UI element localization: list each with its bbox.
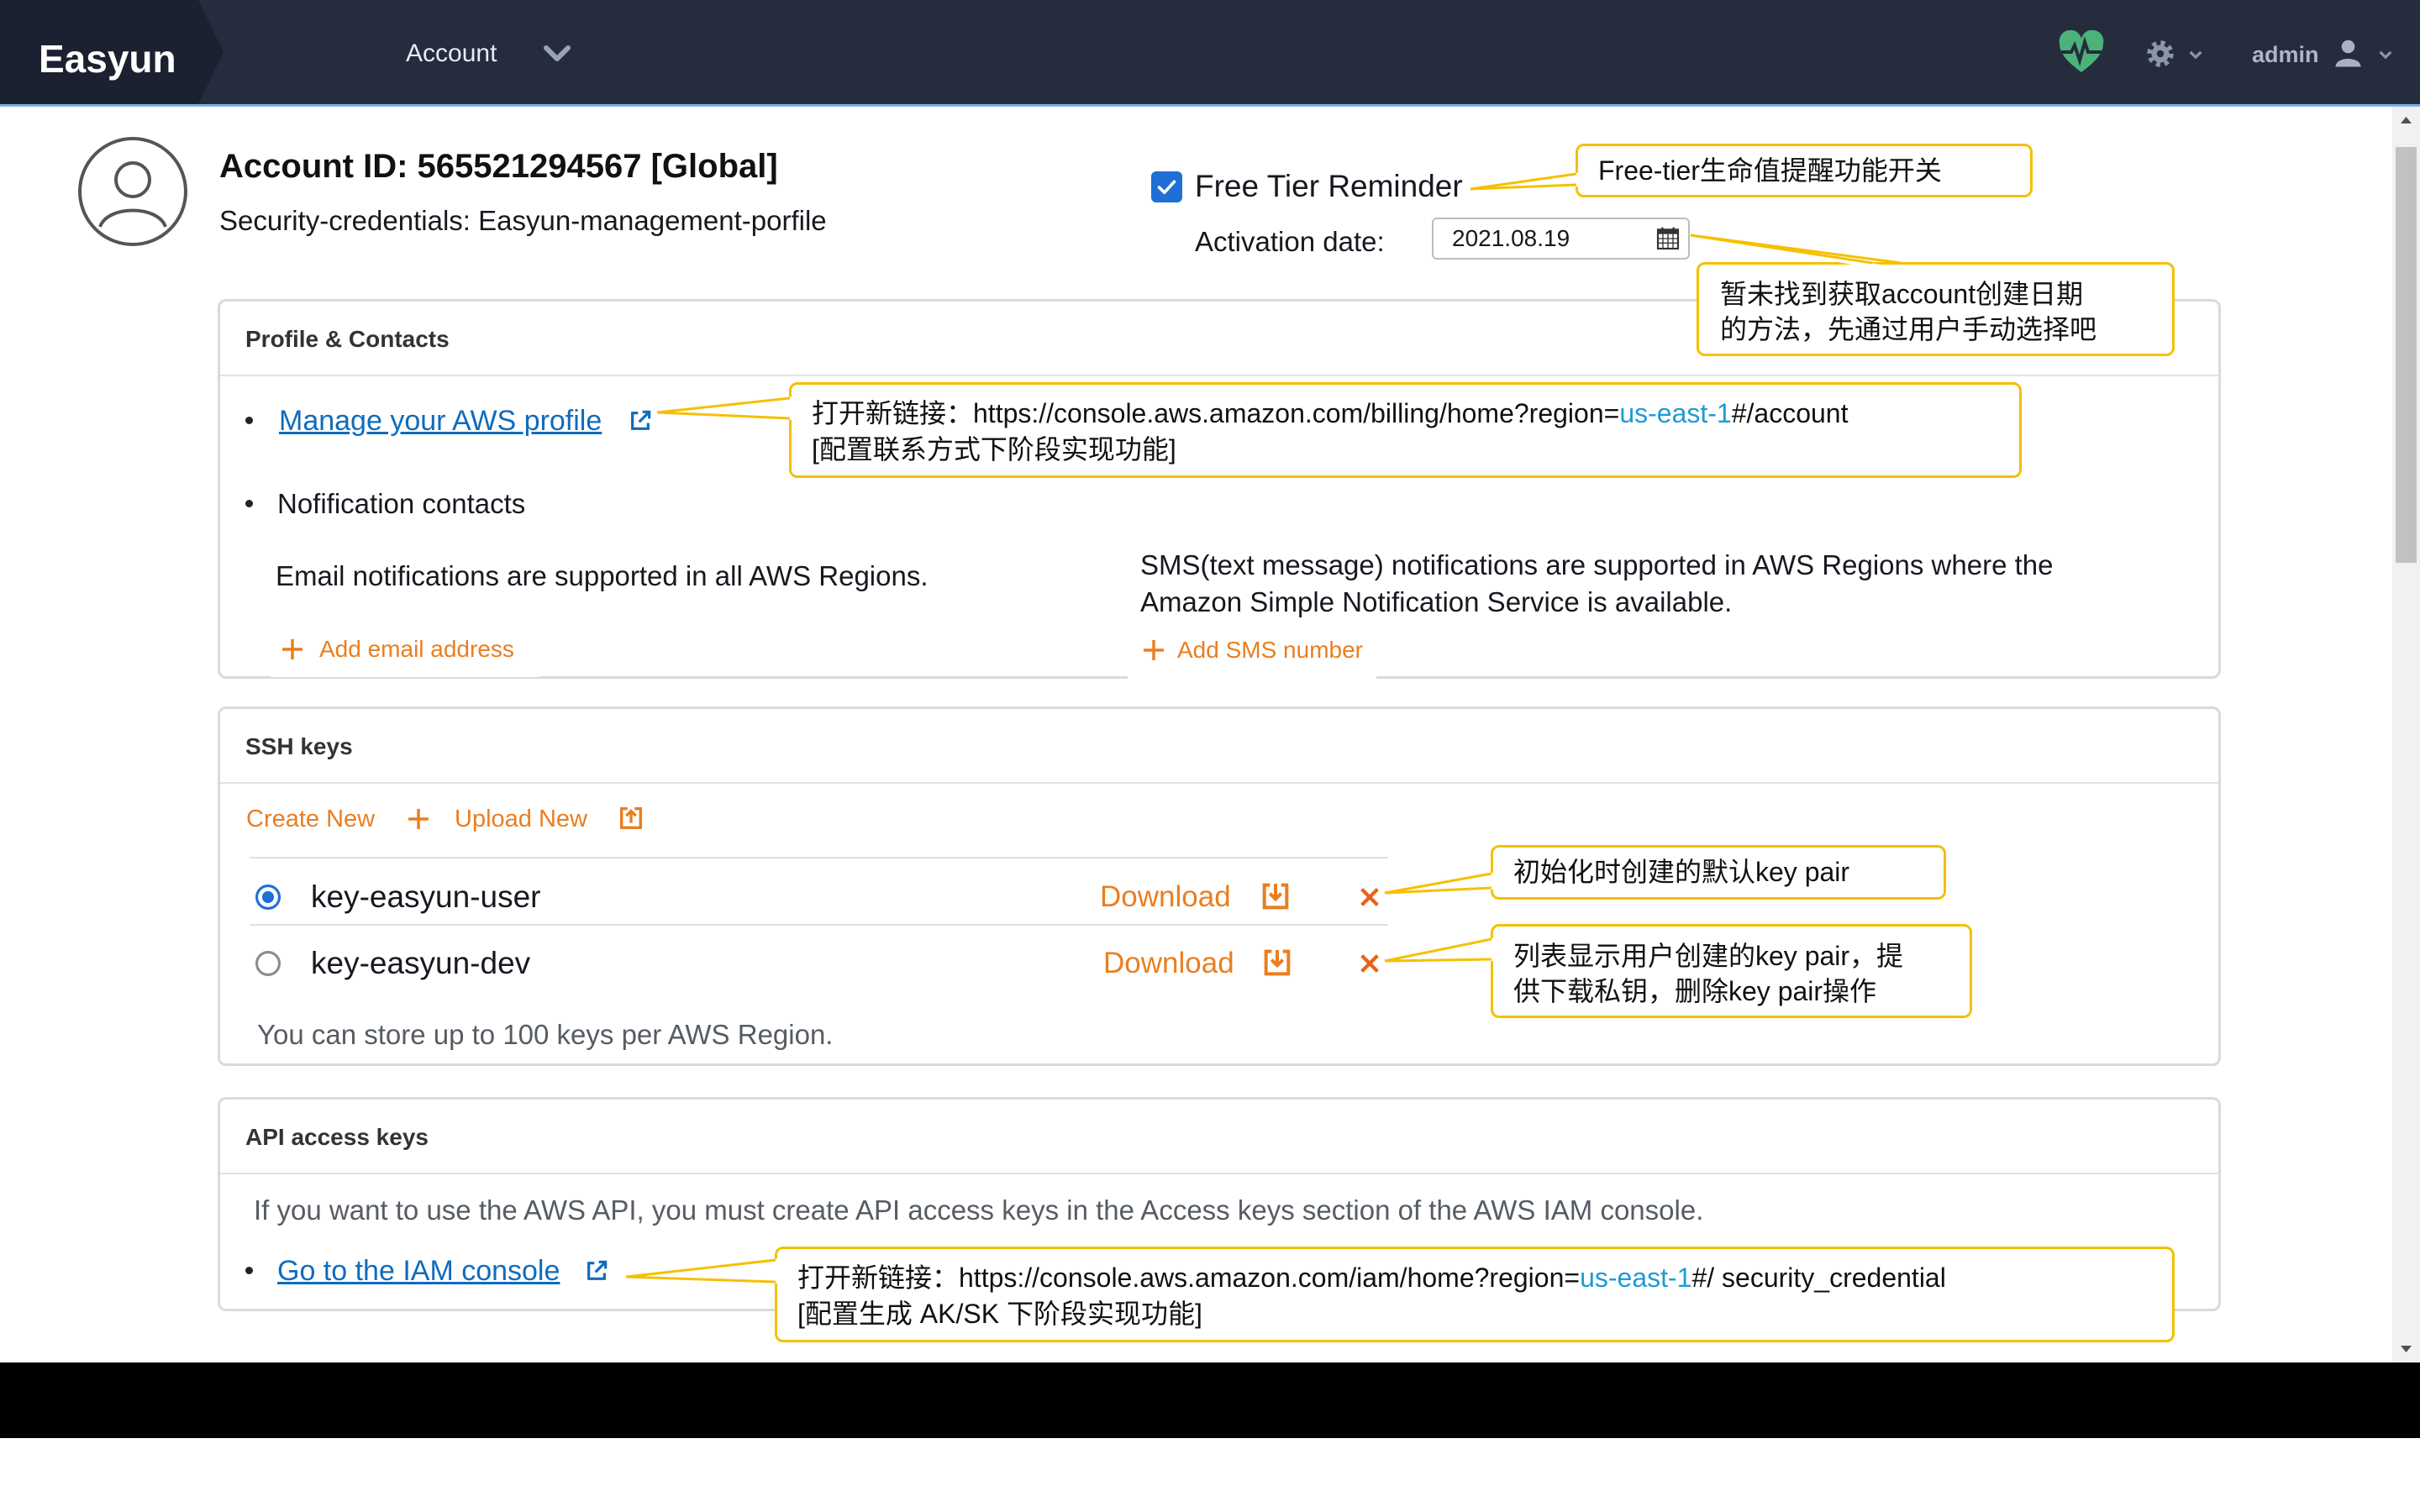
download-icon[interactable]: [1260, 946, 1294, 979]
annotation-line: 打开新链接：https://console.aws.amazon.com/iam…: [797, 1260, 2172, 1296]
checkmark-icon: [1157, 180, 1176, 195]
sms-note-line: SMS(text message) notifications are supp…: [1140, 549, 2054, 580]
activation-date-value: 2021.08.19: [1452, 225, 1570, 251]
annotation-free-tier-switch: Free-tier生命值提醒功能开关: [1576, 144, 2033, 197]
annotation-text: 打开新链接：https://console.aws.amazon.com/bil…: [812, 398, 1620, 428]
bullet: [245, 1267, 253, 1274]
user-name[interactable]: admin: [2252, 40, 2319, 69]
ssh-key-limit-note: You can store up to 100 keys per AWS Reg…: [257, 1019, 834, 1050]
app-header: Easyun Account admin: [0, 0, 2420, 107]
delete-key-icon[interactable]: [1356, 950, 1383, 977]
annotation-text: 初始化时创建的默认key pair: [1513, 857, 1850, 887]
add-email-label: Add email address: [319, 636, 514, 662]
annotation-region: us-east-1: [1580, 1263, 1692, 1293]
key-select-radio[interactable]: [254, 883, 282, 911]
annotation-line: 打开新链接：https://console.aws.amazon.com/bil…: [812, 396, 2019, 432]
external-link-icon[interactable]: [627, 407, 654, 434]
annotation-text: 的方法，先通过用户手动选择吧: [1720, 314, 2097, 344]
user-icon[interactable]: [2334, 37, 2365, 69]
bullet: [245, 500, 253, 507]
chevron-down-icon[interactable]: [542, 42, 572, 66]
annotation-text: 列表显示用户创建的key pair，提: [1513, 941, 1904, 971]
panel-title: SSH keys: [245, 733, 353, 759]
free-tier-reminder-label[interactable]: Free Tier Reminder: [1195, 167, 1463, 206]
divider: [250, 924, 1388, 926]
notification-contacts-label: Nofification contacts: [277, 488, 526, 519]
annotation-key-list: 列表显示用户创建的key pair，提 供下载私钥，删除key pair操作: [1491, 924, 1972, 1018]
user-chevron-down-icon[interactable]: [2378, 49, 2393, 60]
settings-chevron-down-icon[interactable]: [2188, 49, 2203, 60]
email-notification-note: Email notifications are supported in all…: [276, 560, 929, 591]
annotation-text: #/account: [1731, 398, 1849, 428]
add-sms-button[interactable]: Add SMS number: [1128, 627, 1376, 683]
external-link-icon[interactable]: [583, 1257, 610, 1284]
activation-date-label: Activation date:: [1195, 226, 1385, 257]
add-email-button[interactable]: Add email address: [271, 622, 539, 677]
brand-logo[interactable]: Easyun: [0, 0, 224, 104]
free-tier-reminder-checkbox[interactable]: [1151, 171, 1182, 202]
plus-icon: [1144, 640, 1164, 660]
key-select-radio[interactable]: [254, 949, 282, 978]
add-sms-label: Add SMS number: [1177, 637, 1363, 663]
bottom-black-bar: [0, 1362, 2420, 1438]
key-name: key-easyun-dev: [311, 946, 531, 980]
annotation-text: #/ security_credential: [1691, 1263, 1946, 1293]
account-title: Account ID: 565521294567 [Global]: [219, 148, 778, 185]
annotation-text: 暂未找到获取account创建日期: [1720, 279, 2084, 309]
plus-icon[interactable]: [405, 806, 432, 832]
annotation-profile-link: 打开新链接：https://console.aws.amazon.com/bil…: [789, 382, 2022, 478]
callout-pointer: [1470, 172, 1581, 191]
security-credentials: Security-credentials: Easyun-management-…: [219, 205, 827, 236]
download-icon[interactable]: [1259, 879, 1292, 913]
annotation-text: [配置联系方式下阶段实现功能]: [812, 434, 1176, 465]
annotation-default-key: 初始化时创建的默认key pair: [1491, 845, 1946, 900]
gear-icon[interactable]: [2145, 39, 2175, 69]
user-circle-icon: [78, 137, 187, 246]
scroll-up-icon[interactable]: [2392, 107, 2420, 134]
annotation-text: 供下载私钥，删除key pair操作: [1513, 976, 1877, 1006]
divider: [250, 857, 1388, 858]
panel-header: API access keys: [220, 1100, 2218, 1174]
nav-account-menu[interactable]: Account: [406, 37, 497, 71]
upload-icon[interactable]: [617, 804, 645, 832]
annotation-text: [配置生成 AK/SK 下阶段实现功能]: [797, 1299, 1202, 1329]
scroll-down-icon[interactable]: [2392, 1335, 2420, 1362]
scrollbar-thumb[interactable]: [2396, 147, 2417, 563]
annotation-text: Free-tier生命值提醒功能开关: [1598, 155, 1942, 186]
api-keys-note: If you want to use the AWS API, you must…: [254, 1194, 1704, 1226]
key-name: key-easyun-user: [311, 879, 541, 914]
panel-title: Profile & Contacts: [245, 326, 450, 352]
sms-notification-note: SMS(text message) notifications are supp…: [1140, 547, 2053, 621]
annotation-region: us-east-1: [1619, 398, 1732, 428]
upload-new-button[interactable]: Upload New: [455, 805, 587, 833]
download-key-button[interactable]: Download: [1100, 879, 1231, 915]
annotation-iam-link: 打开新链接：https://console.aws.amazon.com/iam…: [775, 1247, 2175, 1342]
heart-pulse-icon[interactable]: [2058, 30, 2105, 74]
brand-name: Easyun: [39, 37, 176, 81]
annotation-text: 打开新链接：https://console.aws.amazon.com/iam…: [797, 1263, 1581, 1293]
plus-icon: [282, 639, 302, 659]
calendar-icon[interactable]: [1655, 225, 1681, 252]
annotation-activation-date: 暂未找到获取account创建日期 的方法，先通过用户手动选择吧: [1697, 262, 2175, 356]
vertical-scrollbar[interactable]: [2392, 107, 2420, 1362]
download-key-button[interactable]: Download: [1103, 946, 1234, 981]
panel-header: SSH keys: [220, 709, 2218, 784]
bullet: [245, 417, 253, 424]
delete-key-icon[interactable]: [1356, 884, 1383, 911]
iam-console-link[interactable]: Go to the IAM console: [277, 1253, 560, 1289]
manage-aws-profile-link[interactable]: Manage your AWS profile: [279, 403, 602, 438]
panel-title: API access keys: [245, 1124, 429, 1150]
create-new-button[interactable]: Create New: [246, 805, 375, 833]
sms-note-line: Amazon Simple Notification Service is av…: [1140, 586, 1733, 617]
activation-date-field[interactable]: 2021.08.19: [1432, 218, 1690, 260]
